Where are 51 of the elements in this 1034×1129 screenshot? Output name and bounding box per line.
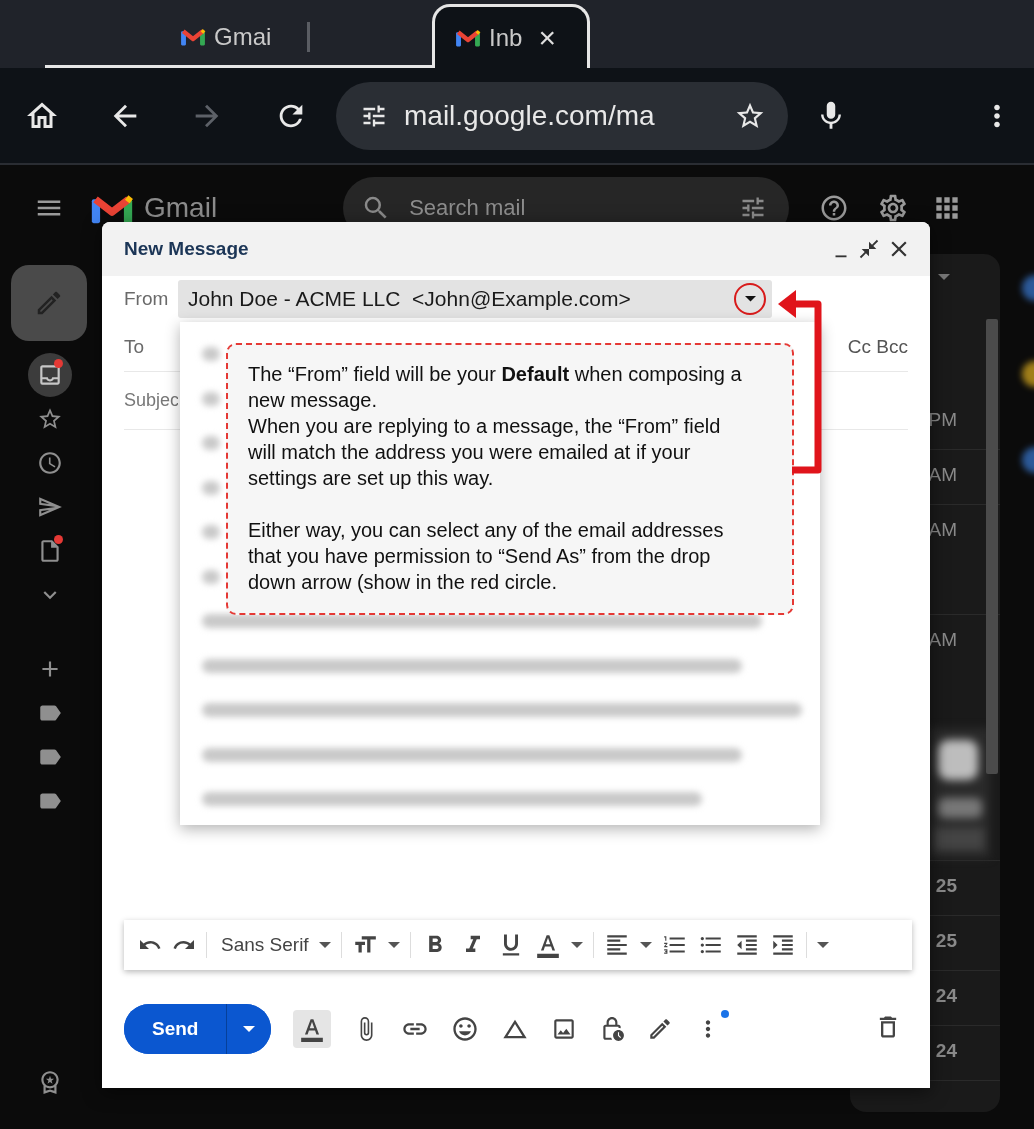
- scrollbar[interactable]: [986, 319, 998, 774]
- browser-tab[interactable]: Inb ×: [432, 4, 590, 68]
- from-select[interactable]: John Doe - ACME LLC <John@Example.com>: [178, 280, 772, 318]
- url-text: mail.google.com/ma: [404, 99, 656, 132]
- send-button[interactable]: Send: [124, 1004, 228, 1054]
- formatting-toggle-button[interactable]: [293, 1010, 332, 1048]
- address-bar[interactable]: mail.google.com/ma: [336, 81, 788, 150]
- email-time: 24: [935, 1040, 957, 1062]
- cc-bcc-link[interactable]: Cc Bcc: [847, 335, 908, 358]
- callout-text: When you are replying to a message, the “From” field will match the address you were emailed at if your settings are set up this way.: [248, 414, 722, 491]
- email-time: 25: [935, 930, 957, 952]
- gmail-wordmark: Gmail: [144, 192, 218, 224]
- email-time: AM: [928, 519, 957, 541]
- caret-icon: [243, 1026, 256, 1032]
- email-time: PM: [928, 409, 957, 431]
- email-time: AM: [928, 464, 957, 486]
- compose-title: New Message: [124, 238, 250, 260]
- email-time: 25: [935, 875, 957, 897]
- caret-icon[interactable]: [816, 942, 829, 948]
- caret-icon[interactable]: [318, 942, 331, 948]
- text-color-icon[interactable]: [534, 932, 561, 958]
- text-format-icon: [299, 1016, 326, 1042]
- tab-title: Gmai: [214, 22, 272, 51]
- caret-icon[interactable]: [744, 296, 756, 302]
- from-label: From: [124, 288, 170, 310]
- callout-text: Either way, you can select any of the email addresses that you have permission to “Send As” from the drop down arrow (show in the red circle.: [248, 518, 725, 595]
- caret-icon[interactable]: [639, 942, 652, 948]
- gmail-logo-icon: [180, 26, 206, 47]
- notification-dot: [54, 535, 63, 544]
- callout-text: The “From” field will be your Default when composing a new message.: [248, 362, 743, 413]
- email-time: 24: [935, 985, 957, 1007]
- nav-item[interactable]: [28, 353, 72, 397]
- email-time: AM: [928, 629, 957, 651]
- caret-icon[interactable]: [387, 942, 400, 948]
- subject-field[interactable]: Subjec: [124, 390, 178, 411]
- to-label: To: [124, 335, 146, 358]
- notification-dot: [54, 359, 63, 368]
- emoji-icon[interactable]: [451, 1015, 480, 1043]
- search-input[interactable]: Search mail: [407, 194, 724, 222]
- tab-close-button[interactable]: ×: [538, 20, 556, 55]
- clock-icon: [37, 450, 63, 476]
- send-icon: [37, 494, 63, 520]
- exit-fullscreen-icon[interactable]: [858, 238, 880, 260]
- inbox-icon: [37, 362, 63, 388]
- blurred-option[interactable]: [202, 614, 762, 629]
- caret-icon[interactable]: [570, 942, 583, 948]
- font-select[interactable]: Sans Serif: [221, 934, 309, 956]
- star-icon: [37, 406, 63, 432]
- gmail-logo-icon: [455, 27, 481, 48]
- caret-icon: [938, 274, 950, 280]
- tab-title: Inb: [489, 23, 523, 52]
